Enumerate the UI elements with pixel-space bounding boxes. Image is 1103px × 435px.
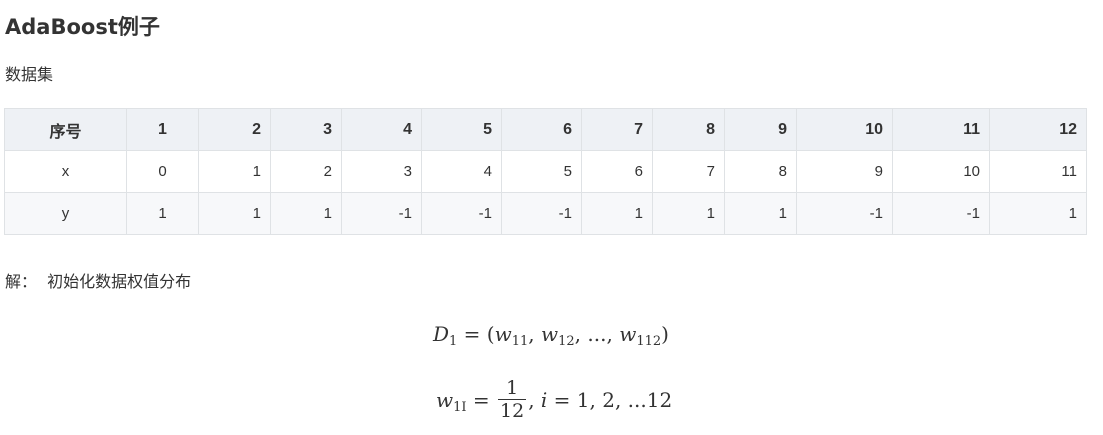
table-row: x 0 1 2 3 4 5 6 7 8 9 10 11	[4, 150, 1087, 193]
table-header-cell: 10	[796, 108, 893, 151]
dataset-label: 数据集	[5, 65, 54, 84]
table-cell: -1	[501, 192, 582, 235]
table-cell: 7	[652, 150, 725, 193]
table-header-cell: 9	[724, 108, 797, 151]
dataset-table: 序号 1 2 3 4 5 6 7 8 9 10 11 12 x 0 1 2 3 …	[4, 108, 1087, 235]
table-cell: x	[4, 150, 127, 193]
eq1-w1: w	[494, 322, 512, 346]
table-header-cell: 1	[126, 108, 199, 151]
eq1-ellipsis: , ...,	[574, 322, 620, 346]
table-header-cell: 6	[501, 108, 582, 151]
table-cell: 1	[652, 192, 725, 235]
eq2-comma: ,	[528, 387, 541, 412]
fraction-numerator: 1	[506, 377, 519, 399]
table-cell: 2	[270, 150, 342, 193]
eq1-w2-sub: 12	[558, 334, 575, 349]
table-header-cell: 5	[421, 108, 502, 151]
table-header-row: 序号 1 2 3 4 5 6 7 8 9 10 11 12	[4, 108, 1087, 151]
eq1-w3: w	[619, 322, 637, 346]
eq2-equals: =	[466, 387, 497, 412]
eq2-lhs: w	[436, 387, 454, 412]
table-cell: 4	[421, 150, 502, 193]
table-cell: -1	[341, 192, 422, 235]
table-header-cell: 2	[198, 108, 271, 151]
table-cell: 1	[126, 192, 199, 235]
table-cell: 9	[796, 150, 893, 193]
fraction-denominator: 12	[498, 399, 527, 422]
table-cell: 1	[724, 192, 797, 235]
table-cell: -1	[421, 192, 502, 235]
table-header-cell: 序号	[4, 108, 127, 151]
eq1-w1-sub: 11	[511, 334, 529, 349]
eq2-range: = 1, 2, ...12	[547, 387, 673, 412]
solution-text: 解： 初始化数据权值分布	[5, 272, 192, 291]
table-cell: 1	[270, 192, 342, 235]
eq1-comma: ,	[528, 322, 541, 346]
equation-distribution: D1 = (w11, w12, ..., w112)	[433, 322, 669, 349]
table-cell: y	[4, 192, 127, 235]
eq1-w2: w	[541, 322, 559, 346]
eq2-lhs-sub: 1I	[453, 399, 467, 415]
table-cell: 1	[581, 192, 653, 235]
table-cell: -1	[796, 192, 893, 235]
table-row: y 1 1 1 -1 -1 -1 1 1 1 -1 -1 1	[4, 192, 1087, 235]
table-cell: 1	[198, 192, 271, 235]
table-header-cell: 11	[892, 108, 990, 151]
fraction: 1 12	[498, 377, 527, 422]
eq1-lhs: D	[433, 322, 450, 346]
table-cell: 10	[892, 150, 990, 193]
table-header-cell: 3	[270, 108, 342, 151]
table-header-cell: 4	[341, 108, 422, 151]
table-cell: 11	[989, 150, 1087, 193]
eq1-w3-sub: 112	[636, 334, 662, 349]
table-cell: 8	[724, 150, 797, 193]
page-title: AdaBoost例子	[5, 15, 160, 39]
table-cell: 6	[581, 150, 653, 193]
table-cell: 1	[198, 150, 271, 193]
table-header-cell: 7	[581, 108, 653, 151]
table-cell: 0	[126, 150, 199, 193]
equation-weight: w1I = 1 12, i = 1, 2, ...12	[436, 377, 672, 429]
eq1-close: )	[661, 322, 669, 346]
table-cell: -1	[892, 192, 990, 235]
table-header-cell: 12	[989, 108, 1087, 151]
table-cell: 5	[501, 150, 582, 193]
table-cell: 3	[341, 150, 422, 193]
table-header-cell: 8	[652, 108, 725, 151]
eq1-equals: = (	[457, 322, 495, 346]
table-cell: 1	[989, 192, 1087, 235]
